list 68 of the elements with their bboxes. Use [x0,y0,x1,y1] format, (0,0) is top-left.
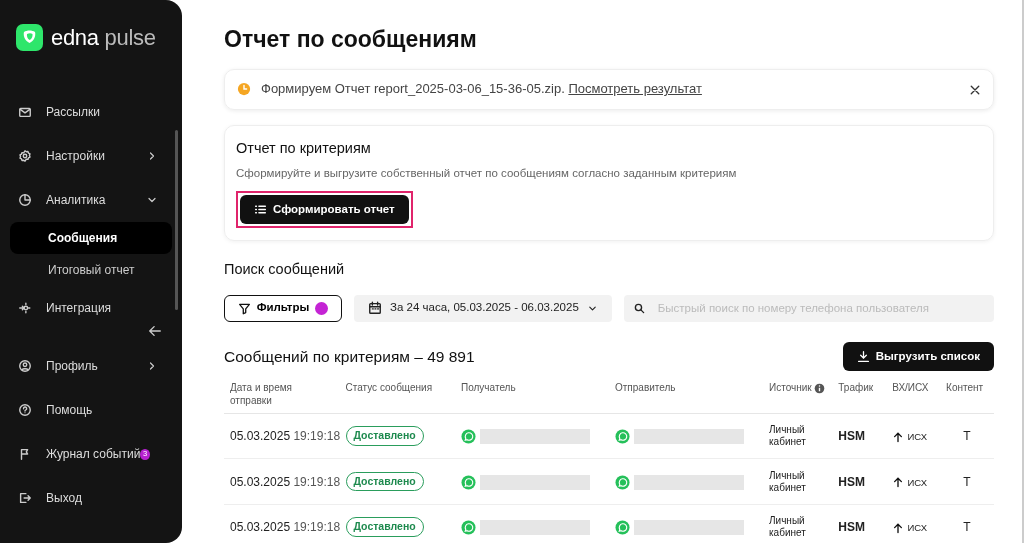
sidebar-item[interactable]: Помощь [10,388,172,432]
logo-icon [16,24,43,51]
collapse-arrow-icon [148,324,162,338]
sidebar-subitem[interactable]: Итоговый отчет [10,254,172,286]
chat-bubble-icon [461,474,476,490]
result-link[interactable]: Посмотреть результат [568,81,702,97]
download-icon [856,349,870,363]
chat-bubble-icon [461,520,476,536]
chat-bubble-icon [461,429,476,445]
column-header: Трафик [838,381,874,393]
column-header: Источник [769,381,812,393]
logo-text: edna pulse [51,26,156,49]
close-icon [969,83,981,96]
help-icon [18,403,32,417]
search-icon [633,302,645,314]
up-arrow-icon [892,521,905,534]
sidebar-item[interactable]: Выход [10,476,172,520]
card-description: Сформируйте и выгрузите собственный отчет по сообщениям согласно заданным критериям [236,166,738,182]
section-title: Поиск сообщений [224,259,346,279]
chat-bubble-icon [615,429,630,445]
notification-text: Формируем Отчет report_2025-03-06_15-36-05.zip. Посмотреть результат [261,80,703,99]
page-title: Отчет по сообщениям [224,26,478,54]
column-header: Отправитель [615,381,676,393]
exit-icon [18,491,32,505]
sidebar-item[interactable]: Интеграция [10,286,172,330]
table-cell: HSM [838,474,865,489]
chat-bubble-icon [615,520,630,536]
settings-icon [18,149,32,163]
table-cell: ИСХ [907,522,928,534]
calendar-icon [368,301,382,316]
sidebar-item[interactable]: Настройки [10,134,172,178]
table-cell: T [963,474,971,489]
table-cell: T [963,429,971,444]
sidebar-item[interactable]: Аналитика [10,178,172,222]
sidebar-item[interactable]: Профиль [10,344,172,388]
date-time: 05.03.2025 19:19:18 [230,474,341,489]
date-range-picker[interactable]: За 24 часа, 05.03.2025 - 06.03.2025 [354,294,612,322]
column-header: Дата и время отправки [230,381,292,406]
column-header: Получатель [461,381,516,393]
column-header: Контент [946,381,984,393]
table-cell-text: Личный кабинет [769,424,807,449]
up-arrow-icon [892,430,905,443]
column-header: ВХ/ИСХ [892,381,929,393]
chat-bubble-icon [615,474,630,490]
sidebar-subitem[interactable]: Сообщения [10,222,172,254]
date-time: 05.03.2025 19:19:18 [230,520,341,535]
clock-icon [237,82,251,97]
user-icon [18,359,32,373]
column-header: Статус сообщения [345,381,433,393]
table-cell-text: Личный кабинет [769,515,807,540]
pie-chart-icon [18,193,32,207]
generate-report-button[interactable]: Сформировать отчет [240,194,409,224]
mail-icon [18,105,32,119]
integration-icon [18,301,32,315]
filter-icon [237,301,251,315]
export-button[interactable]: Выгрузить список [842,341,994,371]
date-time: 05.03.2025 19:19:18 [230,429,341,444]
table-cell-text: Личный кабинет [769,469,807,494]
card-title: Отчет по критериям [236,138,372,158]
table-cell: T [963,520,971,535]
results-count: Сообщений по критериям – 49 891 [224,346,475,367]
filter-button[interactable]: Фильтры [224,294,342,322]
up-arrow-icon [892,476,905,489]
sidebar-item[interactable]: Рассылки [10,90,172,134]
table-cell: HSM [838,429,865,444]
table-cell: ИСХ [907,431,928,443]
table-cell: HSM [838,520,865,535]
table-cell: ИСХ [907,476,928,488]
